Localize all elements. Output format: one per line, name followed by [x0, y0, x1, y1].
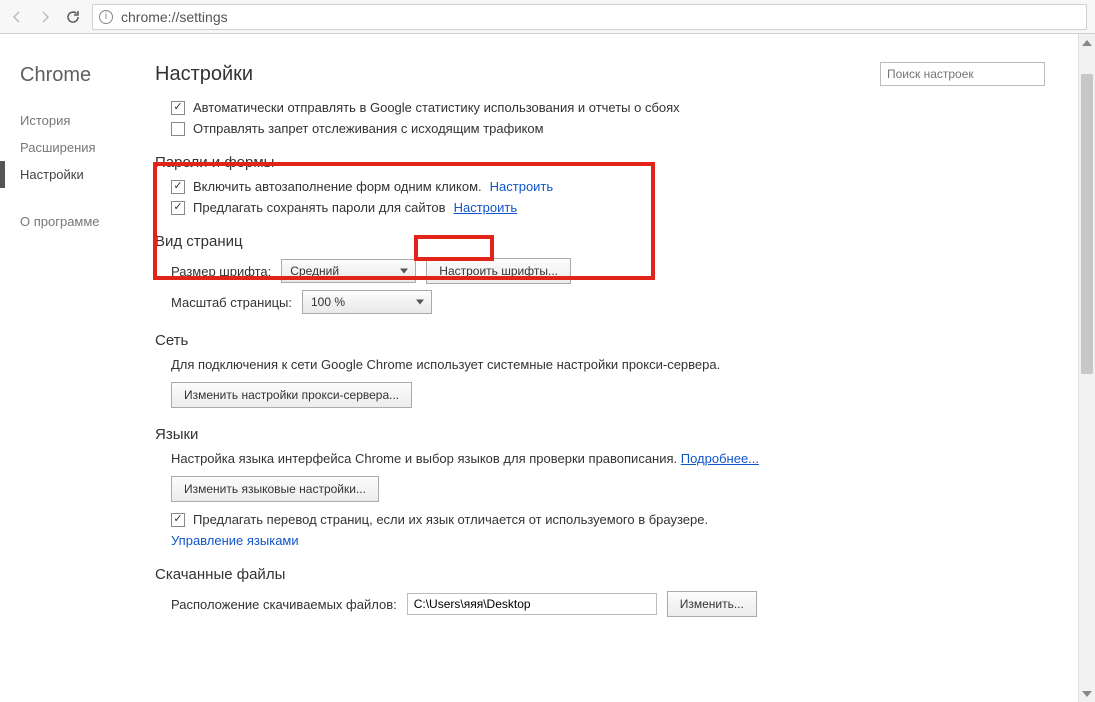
translate-offer-checkbox[interactable]	[171, 513, 185, 527]
languages-desc-text: Настройка языка интерфейса Chrome и выбо…	[171, 451, 677, 466]
forward-button[interactable]	[36, 8, 54, 26]
browser-toolbar: i	[0, 0, 1095, 34]
save-passwords-configure-link[interactable]: Настроить	[454, 200, 518, 215]
view-section-title: Вид страниц	[155, 233, 1085, 250]
brand-title: Chrome	[0, 64, 155, 107]
autofill-label: Включить автозаполнение форм одним клико…	[193, 179, 482, 194]
autofill-checkbox[interactable]	[171, 180, 185, 194]
do-not-track-row: Отправлять запрет отслеживания с исходящ…	[171, 121, 1085, 136]
page-title: Настройки	[155, 63, 880, 86]
main-panel: Настройки Автоматически отправлять в Goo…	[155, 34, 1095, 702]
reload-button[interactable]	[64, 8, 82, 26]
sidebar: Chrome История Расширения Настройки О пр…	[0, 34, 155, 702]
sidebar-item-settings[interactable]: Настройки	[0, 161, 155, 188]
change-language-settings-button[interactable]: Изменить языковые настройки...	[171, 476, 379, 502]
proxy-settings-button[interactable]: Изменить настройки прокси-сервера...	[171, 382, 412, 408]
downloads-section-title: Скачанные файлы	[155, 566, 1085, 583]
sidebar-item-extensions[interactable]: Расширения	[0, 134, 155, 161]
download-location-input[interactable]	[407, 593, 657, 615]
configure-fonts-button[interactable]: Настроить шрифты...	[426, 258, 571, 284]
save-passwords-checkbox[interactable]	[171, 201, 185, 215]
search-settings-input[interactable]	[880, 62, 1045, 86]
site-info-icon[interactable]: i	[99, 10, 113, 24]
translate-offer-row: Предлагать перевод страниц, если их язык…	[171, 512, 1085, 527]
url-input[interactable]	[119, 8, 1080, 26]
font-size-label: Размер шрифта:	[171, 264, 271, 279]
manage-languages-link[interactable]: Управление языками	[171, 533, 299, 548]
change-download-location-button[interactable]: Изменить...	[667, 591, 757, 617]
passwords-section-title: Пароли и формы	[155, 154, 1085, 171]
languages-section-title: Языки	[155, 426, 1085, 443]
page-zoom-select[interactable]: 100 %	[302, 290, 432, 314]
send-stats-row: Автоматически отправлять в Google статис…	[171, 100, 1085, 115]
autofill-configure-link[interactable]: Настроить	[490, 179, 554, 194]
languages-desc: Настройка языка интерфейса Chrome и выбо…	[171, 451, 1085, 466]
network-section-title: Сеть	[155, 332, 1085, 349]
do-not-track-label: Отправлять запрет отслеживания с исходящ…	[193, 121, 544, 136]
languages-learn-more-link[interactable]: Подробнее...	[681, 451, 759, 466]
scroll-thumb[interactable]	[1081, 74, 1093, 374]
save-passwords-row: Предлагать сохранять пароли для сайтов Н…	[171, 200, 1085, 215]
autofill-row: Включить автозаполнение форм одним клико…	[171, 179, 1085, 194]
save-passwords-label: Предлагать сохранять пароли для сайтов	[193, 200, 446, 215]
sidebar-item-history[interactable]: История	[0, 107, 155, 134]
font-size-select[interactable]: Средний	[281, 259, 416, 283]
network-desc: Для подключения к сети Google Chrome исп…	[171, 357, 1085, 372]
address-bar[interactable]: i	[92, 4, 1087, 30]
send-stats-label: Автоматически отправлять в Google статис…	[193, 100, 680, 115]
scrollbar[interactable]	[1078, 34, 1095, 702]
download-location-label: Расположение скачиваемых файлов:	[171, 597, 397, 612]
sidebar-item-about[interactable]: О программе	[0, 208, 155, 235]
scroll-down-button[interactable]	[1079, 685, 1095, 702]
do-not-track-checkbox[interactable]	[171, 122, 185, 136]
page-zoom-label: Масштаб страницы:	[171, 295, 292, 310]
back-button[interactable]	[8, 8, 26, 26]
content-area: Chrome История Расширения Настройки О пр…	[0, 34, 1095, 702]
send-stats-checkbox[interactable]	[171, 101, 185, 115]
scroll-up-button[interactable]	[1079, 34, 1095, 51]
translate-offer-label: Предлагать перевод страниц, если их язык…	[193, 512, 708, 527]
